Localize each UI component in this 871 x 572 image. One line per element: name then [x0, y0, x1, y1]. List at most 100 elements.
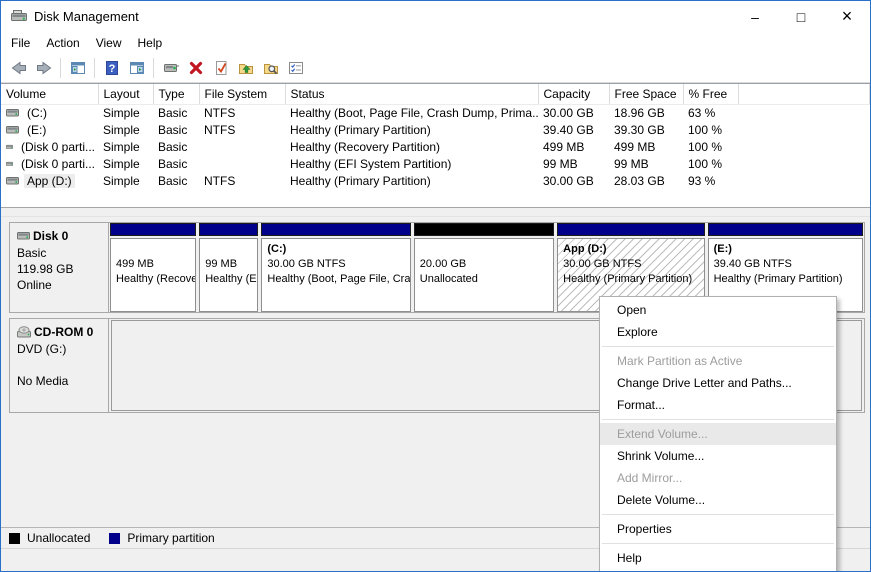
- cell-layout: Simple: [98, 155, 153, 172]
- properties-list-button[interactable]: [283, 56, 308, 80]
- cell-capacity: 99 MB: [538, 155, 609, 172]
- svg-text:?: ?: [108, 63, 115, 75]
- menu-item-add-mirror: Add Mirror...: [600, 467, 836, 489]
- cdrom-drive-letter: DVD (G:): [17, 341, 102, 357]
- column-header-capacity[interactable]: Capacity: [538, 84, 609, 104]
- table-row[interactable]: (Disk 0 parti... Simple Basic Healthy (R…: [1, 138, 870, 155]
- menu-item-format[interactable]: Format...: [600, 394, 836, 416]
- column-header-pct-free[interactable]: % Free: [683, 84, 738, 104]
- table-row[interactable]: (E:) Simple Basic NTFS Healthy (Primary …: [1, 121, 870, 138]
- volume-icon: [6, 176, 19, 186]
- cell-pct-free: 100 %: [683, 138, 738, 155]
- disk-status: Online: [17, 277, 102, 293]
- device-button[interactable]: [158, 56, 183, 80]
- check-document-button[interactable]: [208, 56, 233, 80]
- menu-item-explore[interactable]: Explore: [600, 321, 836, 343]
- show-console-tree-button[interactable]: [65, 56, 90, 80]
- column-header-layout[interactable]: Layout: [98, 84, 153, 104]
- menu-item-delete-volume[interactable]: Delete Volume...: [600, 489, 836, 511]
- partition-context-menu: Open Explore Mark Partition as Active Ch…: [599, 296, 837, 572]
- menu-item-properties[interactable]: Properties: [600, 518, 836, 540]
- partition-name: App (D:): [563, 242, 698, 257]
- legend-label-unallocated: Unallocated: [27, 531, 90, 545]
- menu-file[interactable]: File: [3, 34, 38, 52]
- column-header-volume[interactable]: Volume: [1, 84, 98, 104]
- menu-help[interactable]: Help: [130, 34, 171, 52]
- partition-status: Healthy (Recovery Partition): [116, 272, 190, 287]
- partition-size: 30.00 GB NTFS: [267, 257, 404, 272]
- partition-efi[interactable]: 99 MB Healthy (EFI System Partition): [199, 223, 258, 312]
- menu-separator: [602, 514, 834, 515]
- disk-icon: [17, 231, 30, 241]
- delete-button[interactable]: [183, 56, 208, 80]
- partition-color-band: [708, 223, 863, 236]
- minimize-button[interactable]: –: [732, 1, 778, 32]
- volume-table: Volume Layout Type File System Status Ca…: [1, 84, 870, 189]
- volume-name: (E:): [24, 123, 49, 137]
- partition-name: [116, 242, 190, 257]
- table-row[interactable]: (C:) Simple Basic NTFS Healthy (Boot, Pa…: [1, 104, 870, 121]
- cell-free-space: 28.03 GB: [609, 172, 683, 189]
- volume-name: (Disk 0 parti...: [18, 140, 98, 154]
- legend-label-primary-partition: Primary partition: [127, 531, 214, 545]
- close-button[interactable]: ×: [824, 1, 870, 32]
- partition-size: 20.00 GB: [420, 257, 548, 272]
- column-header-filler: [738, 84, 870, 104]
- pane-splitter[interactable]: [1, 207, 870, 217]
- open-folder-button[interactable]: [233, 56, 258, 80]
- disk-0-panel[interactable]: Disk 0 Basic 119.98 GB Online: [10, 223, 109, 312]
- toolbar-separator: [94, 58, 95, 78]
- partition-color-band: [199, 223, 258, 236]
- maximize-button[interactable]: □: [778, 1, 824, 32]
- cell-file-system: [199, 138, 285, 155]
- menu-action[interactable]: Action: [38, 34, 87, 52]
- explore-folder-button[interactable]: [258, 56, 283, 80]
- column-header-file-system[interactable]: File System: [199, 84, 285, 104]
- cell-status: Healthy (Recovery Partition): [285, 138, 538, 155]
- menu-separator: [602, 346, 834, 347]
- table-row[interactable]: (Disk 0 parti... Simple Basic Healthy (E…: [1, 155, 870, 172]
- cell-status: Healthy (EFI System Partition): [285, 155, 538, 172]
- window-title: Disk Management: [34, 9, 139, 24]
- menu-item-change-drive-letter[interactable]: Change Drive Letter and Paths...: [600, 372, 836, 394]
- cdrom-0-panel[interactable]: CD-ROM 0 DVD (G:) No Media: [10, 319, 109, 412]
- menu-item-mark-partition-active: Mark Partition as Active: [600, 350, 836, 372]
- volume-icon: [6, 142, 13, 152]
- menu-item-shrink-volume[interactable]: Shrink Volume...: [600, 445, 836, 467]
- show-action-pane-button[interactable]: [124, 56, 149, 80]
- back-button[interactable]: [6, 56, 31, 80]
- volume-name: (Disk 0 parti...: [18, 157, 98, 171]
- cdrom-media-status: No Media: [17, 373, 102, 389]
- cdrom-icon: [17, 326, 31, 338]
- column-header-status[interactable]: Status: [285, 84, 538, 104]
- unallocated-swatch: [9, 533, 20, 544]
- menu-separator: [602, 419, 834, 420]
- forward-button[interactable]: [31, 56, 56, 80]
- partition-status: Unallocated: [420, 272, 548, 287]
- table-row-selected[interactable]: App (D:) Simple Basic NTFS Healthy (Prim…: [1, 172, 870, 189]
- toolbar: ?: [1, 54, 870, 83]
- column-header-free-space[interactable]: Free Space: [609, 84, 683, 104]
- partition-size: 499 MB: [116, 257, 190, 272]
- partition-recovery[interactable]: 499 MB Healthy (Recovery Partition): [110, 223, 196, 312]
- app-icon: [11, 10, 27, 23]
- menu-item-help[interactable]: Help: [600, 547, 836, 569]
- partition-c[interactable]: (C:) 30.00 GB NTFS Healthy (Boot, Page F…: [261, 223, 410, 312]
- cell-file-system: NTFS: [199, 104, 285, 121]
- menu-separator: [602, 543, 834, 544]
- cell-capacity: 30.00 GB: [538, 104, 609, 121]
- help-button[interactable]: ?: [99, 56, 124, 80]
- cell-capacity: 499 MB: [538, 138, 609, 155]
- cdrom-name: CD-ROM 0: [34, 325, 93, 339]
- partition-unallocated[interactable]: 20.00 GB Unallocated: [414, 223, 554, 312]
- cell-free-space: 99 MB: [609, 155, 683, 172]
- volume-icon: [6, 125, 19, 135]
- cell-type: Basic: [153, 138, 199, 155]
- partition-name: [420, 242, 548, 257]
- disk-name: Disk 0: [33, 229, 68, 243]
- column-header-type[interactable]: Type: [153, 84, 199, 104]
- disk-size: 119.98 GB: [17, 261, 102, 277]
- menu-view[interactable]: View: [88, 34, 130, 52]
- cell-layout: Simple: [98, 104, 153, 121]
- menu-item-open[interactable]: Open: [600, 299, 836, 321]
